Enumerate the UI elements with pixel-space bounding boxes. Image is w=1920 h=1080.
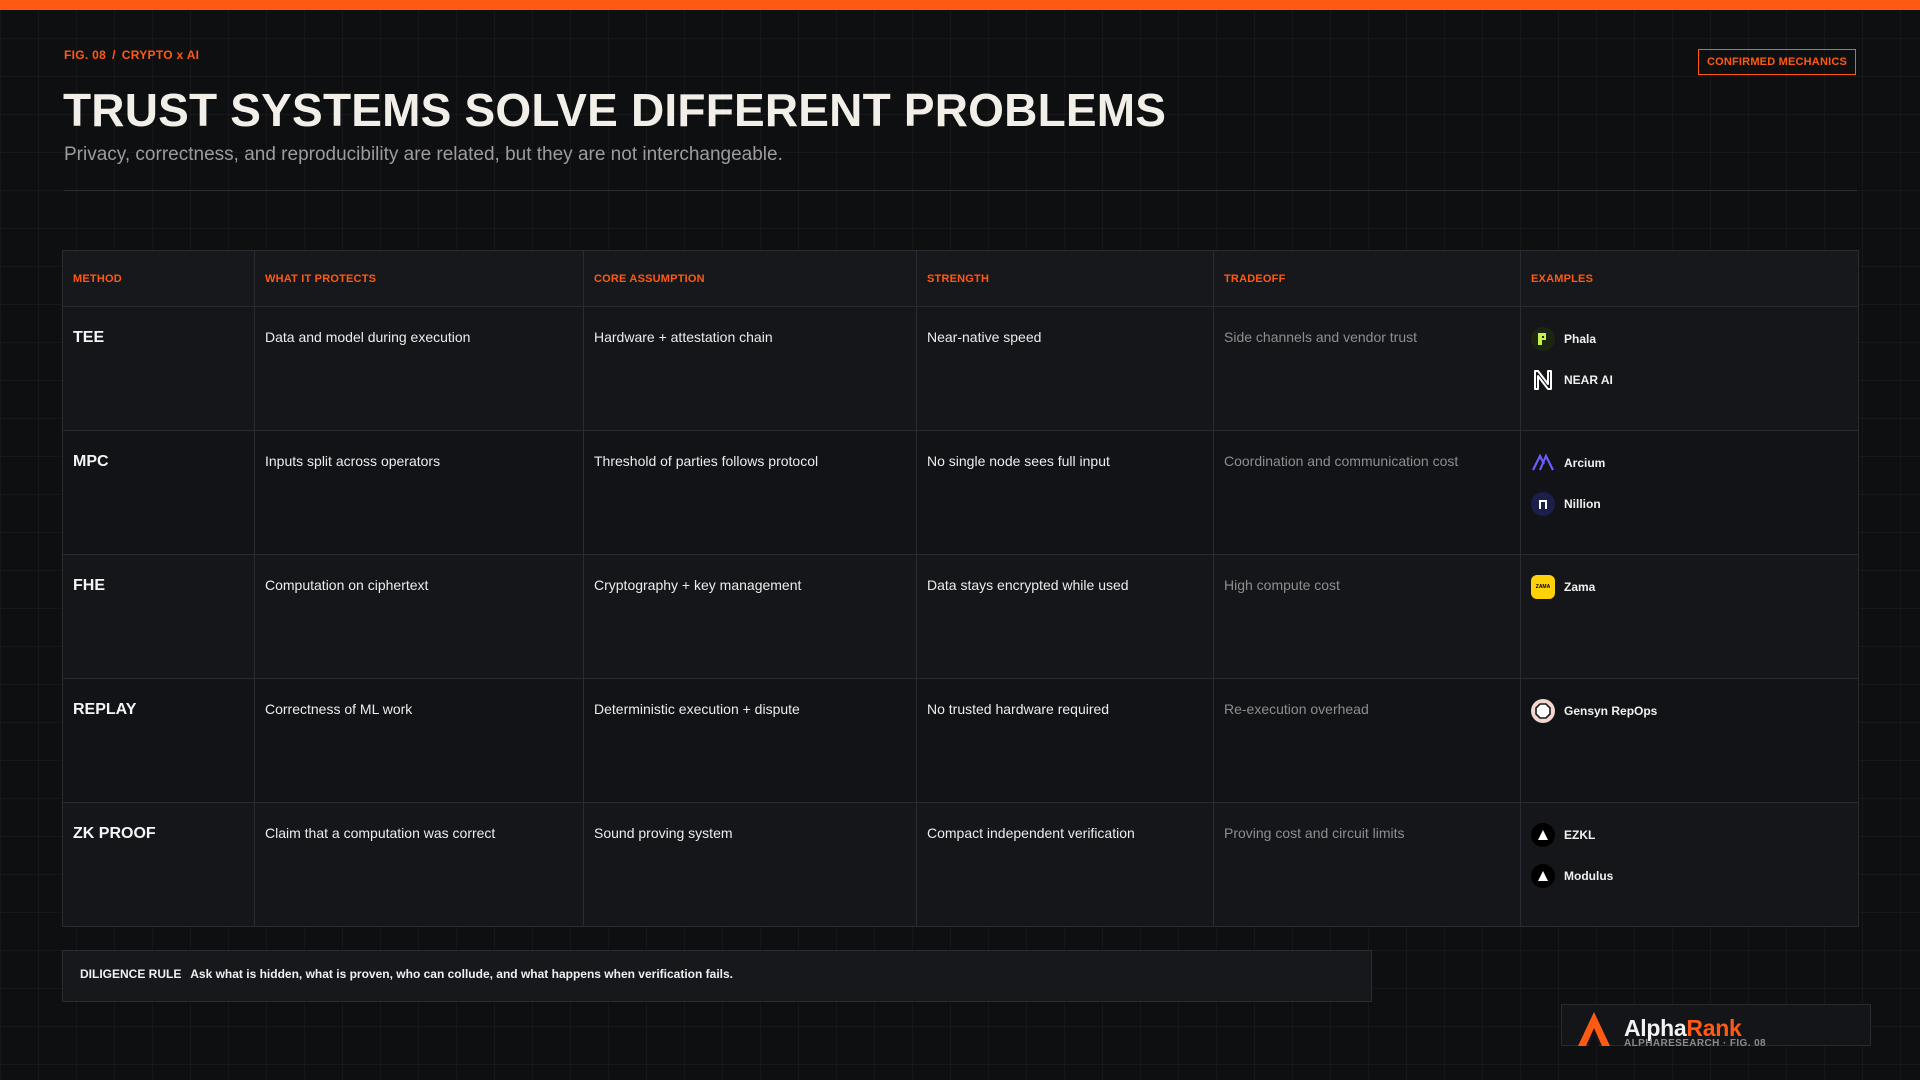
table-row: TEE Data and model during execution Hard…: [62, 306, 1859, 431]
figure-number: FIG. 08: [64, 48, 107, 62]
examples-cell: EZKL Modulus: [1520, 802, 1859, 927]
example-name: Gensyn RepOps: [1564, 704, 1658, 718]
method-cell: ZK PROOF: [62, 802, 255, 927]
example-item: NEAR AI: [1531, 366, 1848, 394]
table-row: MPC Inputs split across operators Thresh…: [62, 430, 1859, 555]
column-header: METHOD: [62, 250, 255, 307]
page-subtitle: Privacy, correctness, and reproducibilit…: [64, 144, 783, 165]
protects-cell: Data and model during execution: [254, 306, 584, 431]
example-name: Arcium: [1564, 456, 1606, 470]
status-badge: CONFIRMED MECHANICS: [1698, 49, 1856, 75]
protects-cell: Computation on ciphertext: [254, 554, 584, 679]
example-item: ZAMA Zama: [1531, 573, 1848, 601]
table-header-row: METHOD WHAT IT PROTECTS CORE ASSUMPTION …: [62, 250, 1859, 307]
assumption-cell: Deterministic execution + dispute: [583, 678, 917, 803]
zama-logo-text: ZAMA: [1535, 584, 1551, 590]
diligence-rule-text: Ask what is hidden, what is proven, who …: [190, 967, 733, 981]
strength-cell: Compact independent verification: [916, 802, 1214, 927]
examples-cell: Phala NEAR AI: [1520, 306, 1859, 431]
example-name: Phala: [1564, 332, 1597, 346]
example-item: Phala: [1531, 325, 1848, 353]
near-logo-icon: [1531, 368, 1555, 392]
column-header: STRENGTH: [916, 250, 1214, 307]
example-item: Gensyn RepOps: [1531, 697, 1848, 725]
assumption-cell: Hardware + attestation chain: [583, 306, 917, 431]
tradeoff-cell: Proving cost and circuit limits: [1213, 802, 1521, 927]
section-label: CRYPTO x AI: [121, 48, 200, 62]
assumption-cell: Sound proving system: [583, 802, 917, 927]
column-header: WHAT IT PROTECTS: [254, 250, 584, 307]
header-divider: [64, 190, 1857, 191]
example-item: Nillion: [1531, 490, 1848, 518]
figure-kicker: FIG. 08 / CRYPTO x AI: [64, 48, 199, 62]
example-name: NEAR AI: [1564, 373, 1613, 387]
tradeoff-cell: Coordination and communication cost: [1213, 430, 1521, 555]
example-item: Arcium: [1531, 449, 1848, 477]
zama-logo-icon: ZAMA: [1531, 575, 1555, 599]
diligence-rule-label: DILIGENCE RULE: [80, 967, 182, 981]
tradeoff-cell: Side channels and vendor trust: [1213, 306, 1521, 431]
strength-cell: No single node sees full input: [916, 430, 1214, 555]
phala-logo-icon: [1531, 327, 1555, 351]
column-header: EXAMPLES: [1520, 250, 1859, 307]
example-name: EZKL: [1564, 828, 1596, 842]
brand-subtitle: ALPHARESEARCH · FIG. 08: [1624, 1038, 1766, 1049]
example-name: Nillion: [1564, 497, 1601, 511]
examples-cell: ZAMA Zama: [1520, 554, 1859, 679]
tradeoff-cell: Re-execution overhead: [1213, 678, 1521, 803]
assumption-cell: Threshold of parties follows protocol: [583, 430, 917, 555]
table-row: ZK PROOF Claim that a computation was co…: [62, 802, 1859, 927]
table-row: REPLAY Correctness of ML work Determinis…: [62, 678, 1859, 803]
example-item: EZKL: [1531, 821, 1848, 849]
examples-cell: Arcium Nillion: [1520, 430, 1859, 555]
strength-cell: No trusted hardware required: [916, 678, 1214, 803]
tradeoff-cell: High compute cost: [1213, 554, 1521, 679]
protects-cell: Correctness of ML work: [254, 678, 584, 803]
column-header: CORE ASSUMPTION: [583, 250, 917, 307]
modulus-logo-icon: [1531, 864, 1555, 888]
diligence-rule-box: DILIGENCE RULE Ask what is hidden, what …: [62, 950, 1372, 1002]
method-cell: REPLAY: [62, 678, 255, 803]
strength-cell: Data stays encrypted while used: [916, 554, 1214, 679]
assumption-cell: Cryptography + key management: [583, 554, 917, 679]
protects-cell: Claim that a computation was correct: [254, 802, 584, 927]
page-title: TRUST SYSTEMS SOLVE DIFFERENT PROBLEMS: [63, 84, 1167, 136]
method-cell: TEE: [62, 306, 255, 431]
method-cell: FHE: [62, 554, 255, 679]
brand-footer: AlphaRank ALPHARESEARCH · FIG. 08: [1561, 1004, 1871, 1049]
example-name: Modulus: [1564, 869, 1614, 883]
kicker-separator: /: [112, 48, 116, 62]
example-item: Modulus: [1531, 862, 1848, 890]
top-accent-bar: [0, 0, 1920, 10]
comparison-table: METHOD WHAT IT PROTECTS CORE ASSUMPTION …: [62, 250, 1859, 927]
protects-cell: Inputs split across operators: [254, 430, 584, 555]
gensyn-logo-icon: [1531, 699, 1555, 723]
ezkl-logo-icon: [1531, 823, 1555, 847]
method-cell: MPC: [62, 430, 255, 555]
arcium-logo-icon: [1531, 451, 1555, 475]
column-header: TRADEOFF: [1213, 250, 1521, 307]
table-row: FHE Computation on ciphertext Cryptograp…: [62, 554, 1859, 679]
alpharank-logo-icon: [1578, 1012, 1610, 1046]
example-name: Zama: [1564, 580, 1596, 594]
nillion-logo-icon: [1531, 492, 1555, 516]
strength-cell: Near-native speed: [916, 306, 1214, 431]
examples-cell: Gensyn RepOps: [1520, 678, 1859, 803]
